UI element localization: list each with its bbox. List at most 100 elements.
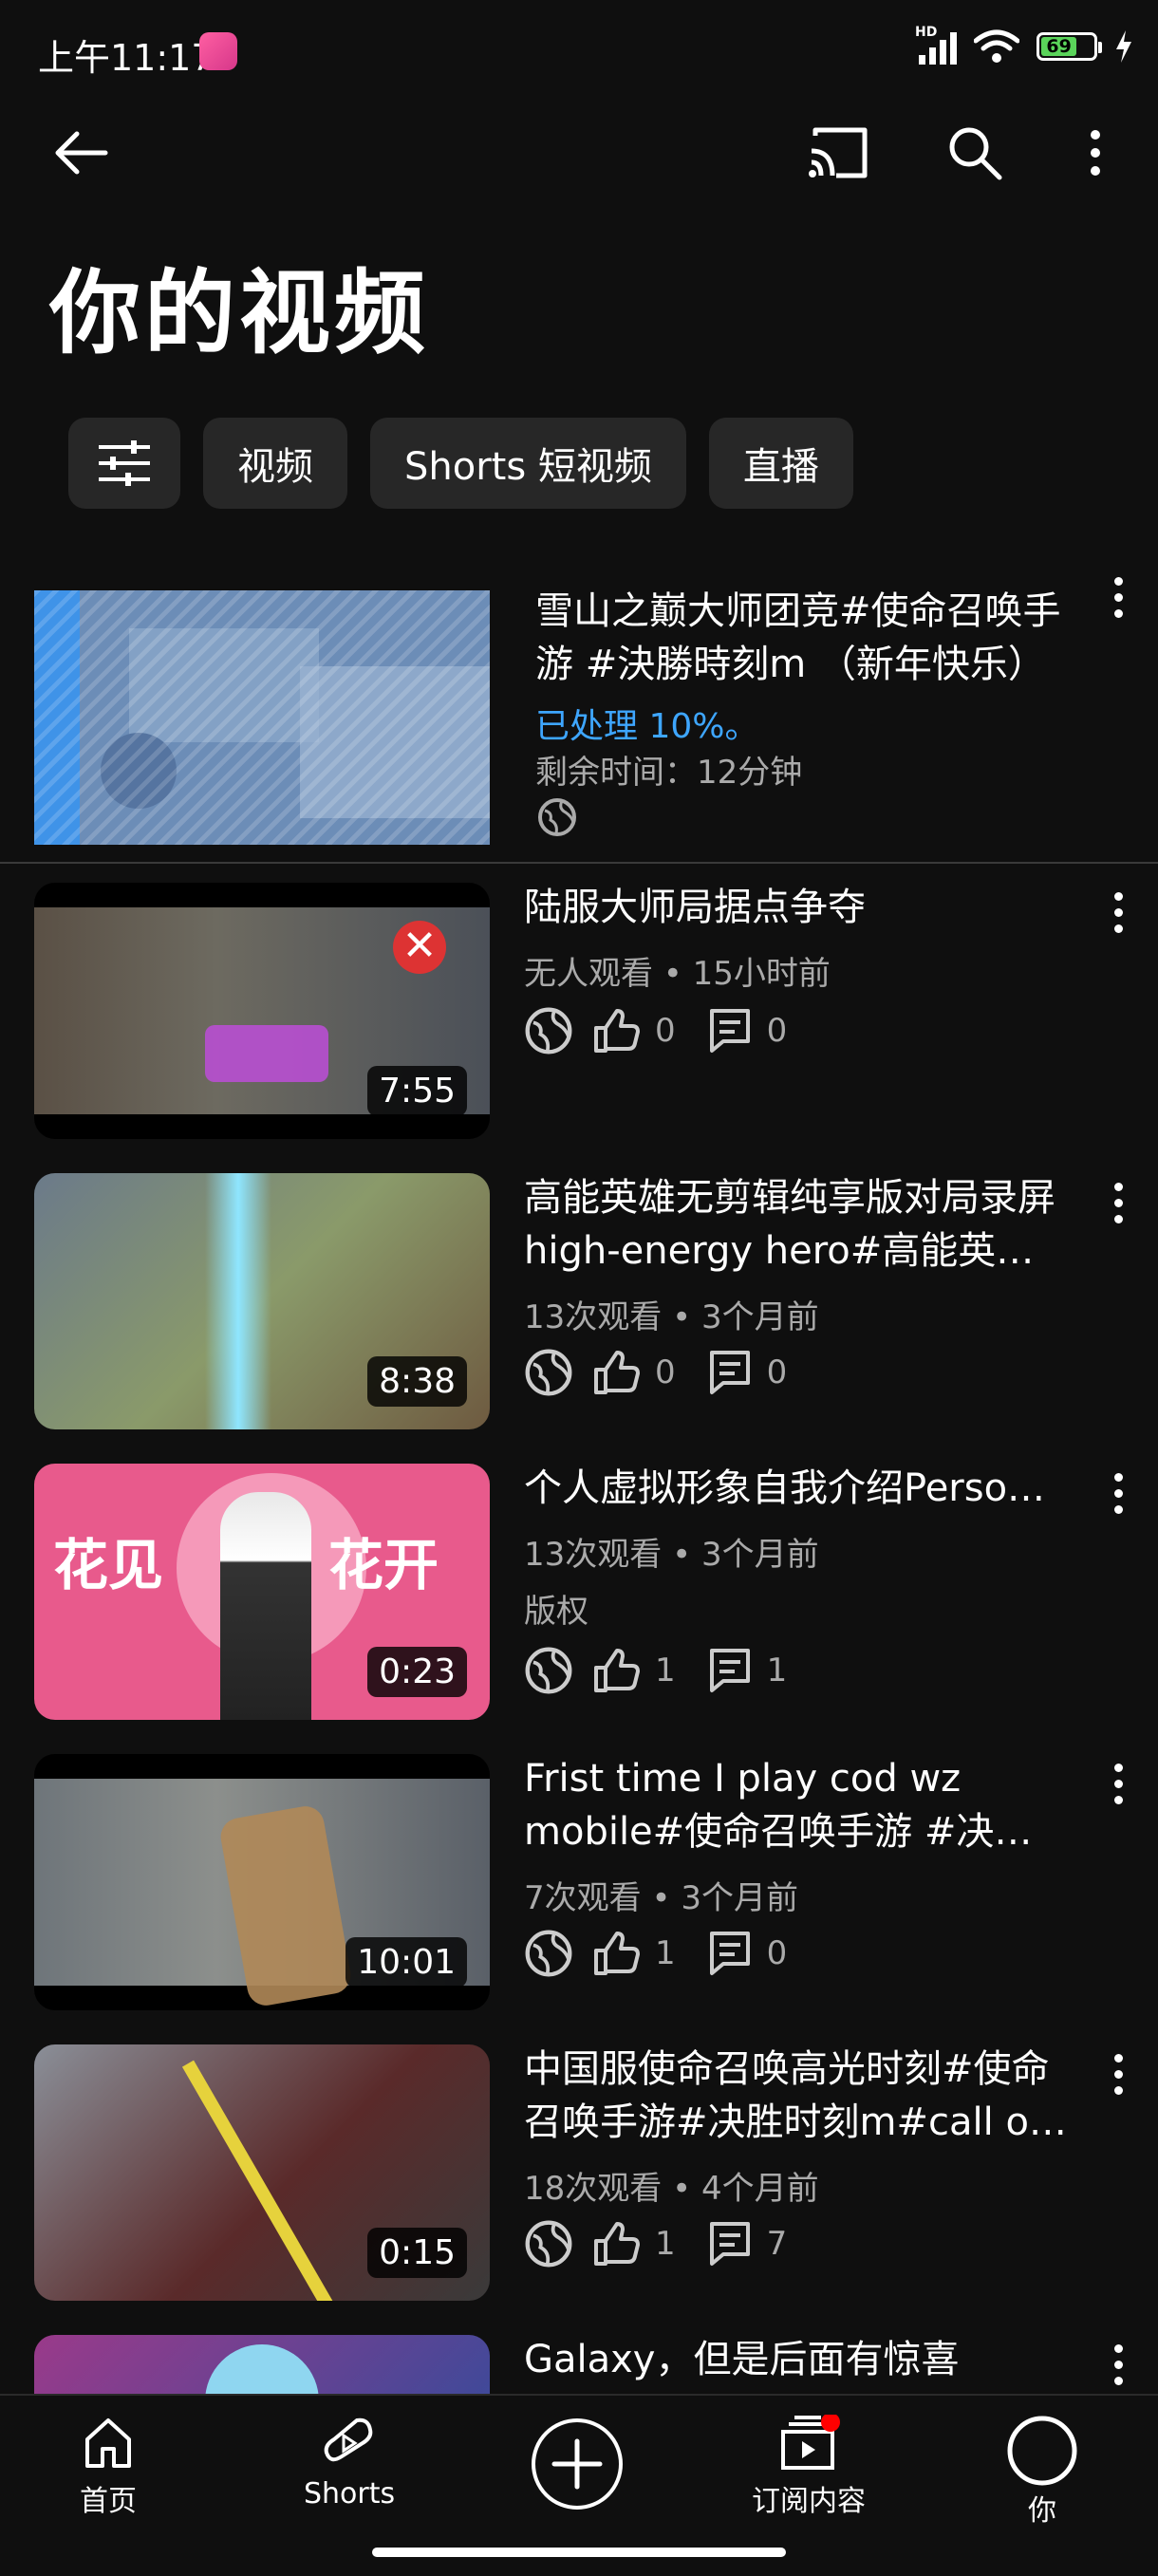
public-globe-icon xyxy=(525,1349,572,1396)
likes: 1 xyxy=(592,1930,676,1977)
app-notification-icon xyxy=(199,32,237,70)
nav-you[interactable]: 你 xyxy=(1006,2415,1078,2529)
nav-you-label: 你 xyxy=(1028,2494,1056,2528)
video-views: 13次观看 xyxy=(524,1298,663,1336)
comments: 0 xyxy=(708,1007,788,1055)
processing-status: 已处理 10%。 xyxy=(535,707,759,746)
search-icon xyxy=(949,127,1002,180)
nav-shorts-label: Shorts xyxy=(304,2477,396,2511)
video-duration: 7:55 xyxy=(367,1066,467,1116)
video-stats: 0 0 xyxy=(524,1348,800,1397)
video-views: 18次观看 xyxy=(524,2170,663,2208)
home-indicator xyxy=(372,2548,786,2557)
battery-level: 69 xyxy=(1041,36,1077,57)
video-views: 13次观看 xyxy=(524,1536,663,1574)
processing-video-thumbnail[interactable] xyxy=(34,590,490,845)
video-meta: 7次观看 • 3个月前 xyxy=(524,1879,798,1917)
back-button[interactable] xyxy=(47,120,114,186)
search-button[interactable] xyxy=(942,120,1008,186)
comment-count: 0 xyxy=(766,1012,788,1050)
video-views: 无人观看 xyxy=(524,955,653,993)
profile-avatar-icon xyxy=(1007,2416,1077,2486)
public-globe-icon xyxy=(525,2220,572,2268)
create-plus-icon xyxy=(532,2418,623,2510)
video-menu-button[interactable] xyxy=(1112,2054,1124,2095)
nav-subscriptions-label: 订阅内容 xyxy=(752,2485,866,2518)
video-title[interactable]: 陆服大师局据点争夺 xyxy=(524,881,1074,934)
overflow-menu-button[interactable] xyxy=(1076,120,1114,186)
copyright-label[interactable]: 版权 xyxy=(524,1585,588,1632)
video-title[interactable]: 高能英雄无剪辑纯享版对局录屏high-energy hero#高能英… xyxy=(524,1171,1074,1278)
nav-home[interactable]: 首页 xyxy=(80,2415,137,2519)
shorts-icon xyxy=(324,2417,373,2462)
video-duration: 0:23 xyxy=(367,1647,467,1697)
processing-video-title[interactable]: 雪山之巅大师团竞#使命召唤手游 #決勝時刻m （新年快乐） xyxy=(535,585,1095,691)
page-title: 你的视频 xyxy=(49,260,429,366)
processing-video-menu-button[interactable] xyxy=(1112,577,1124,618)
thumbnail-text-left: 花见 xyxy=(53,1533,164,1597)
chip-videos[interactable]: 视频 xyxy=(203,418,347,509)
battery-icon: 69 xyxy=(1037,32,1102,61)
video-menu-button[interactable] xyxy=(1112,1764,1124,1804)
like-count: 1 xyxy=(655,1934,676,1972)
video-duration: 8:38 xyxy=(367,1356,467,1407)
public-globe-icon xyxy=(538,798,576,836)
video-menu-button[interactable] xyxy=(1112,892,1124,933)
video-thumbnail[interactable]: 花见 花开 0:23 xyxy=(34,1464,490,1720)
video-age: 3个月前 xyxy=(700,1536,819,1574)
video-age: 4个月前 xyxy=(700,2170,819,2208)
likes: 0 xyxy=(592,1007,676,1055)
comments: 0 xyxy=(708,1930,788,1977)
status-icons: HD 69 xyxy=(915,25,1133,65)
video-duration: 10:01 xyxy=(346,1937,467,1988)
filter-sliders-icon xyxy=(99,440,150,486)
video-meta: 13次观看 • 3个月前 xyxy=(524,1536,819,1574)
video-thumbnail[interactable]: ✕ 7:55 xyxy=(34,883,490,1139)
video-title[interactable]: 中国服使命召唤高光时刻#使命召唤手游#决胜时刻m#call o… xyxy=(524,2043,1074,2149)
video-title[interactable]: Galaxy，但是后面有惊喜 xyxy=(524,2333,1074,2386)
video-thumbnail[interactable]: 8:38 xyxy=(34,1173,490,1429)
video-thumbnail[interactable]: 0:15 xyxy=(34,2044,490,2301)
video-menu-button[interactable] xyxy=(1112,1183,1124,1223)
comments: 7 xyxy=(708,2220,787,2268)
nav-create[interactable] xyxy=(530,2417,625,2511)
public-globe-icon xyxy=(525,1647,572,1694)
nav-shorts[interactable]: Shorts xyxy=(304,2415,395,2511)
like-count: 0 xyxy=(655,1353,676,1391)
nav-subscriptions[interactable]: 订阅内容 xyxy=(752,2415,866,2519)
video-views: 7次观看 xyxy=(524,1879,642,1917)
wifi-icon xyxy=(974,29,1019,63)
video-age: 3个月前 xyxy=(681,1879,798,1917)
thumbs-up-icon xyxy=(594,1351,640,1394)
divider xyxy=(0,862,1158,864)
video-menu-button[interactable] xyxy=(1112,2344,1124,2385)
like-count: 1 xyxy=(655,2225,676,2263)
thumbs-up-icon xyxy=(594,2222,640,2266)
cellular-signal-icon: HD xyxy=(915,25,957,65)
chip-live[interactable]: 直播 xyxy=(708,418,853,509)
avatar-character xyxy=(220,1492,311,1720)
charging-icon xyxy=(1116,30,1131,63)
video-stats: 0 0 xyxy=(524,1006,800,1055)
likes: 0 xyxy=(592,1349,676,1396)
chip-shorts[interactable]: Shorts 短视频 xyxy=(370,418,686,509)
video-title[interactable]: Frist time I play cod wz mobile#使命召唤手游 #… xyxy=(524,1752,1074,1858)
comment-icon xyxy=(709,1932,750,1975)
thumbs-up-icon xyxy=(594,1649,640,1692)
comment-icon xyxy=(709,1351,750,1394)
video-duration: 0:15 xyxy=(367,2228,467,2278)
like-count: 0 xyxy=(655,1012,676,1050)
back-arrow-icon xyxy=(55,131,108,175)
home-icon xyxy=(85,2418,131,2468)
more-vertical-icon xyxy=(1091,130,1100,176)
video-title[interactable]: 个人虚拟形象自我介绍Perso… xyxy=(524,1462,1074,1515)
video-meta: 18次观看 • 4个月前 xyxy=(524,2170,819,2208)
comment-count: 0 xyxy=(766,1353,788,1391)
video-menu-button[interactable] xyxy=(1112,1473,1124,1514)
cast-button[interactable] xyxy=(805,120,871,186)
public-globe-icon xyxy=(525,1930,572,1977)
comment-icon xyxy=(709,1009,750,1053)
video-thumbnail[interactable]: 10:01 xyxy=(34,1754,490,2010)
filter-settings-chip[interactable] xyxy=(68,418,180,509)
comment-count: 0 xyxy=(766,1934,788,1972)
